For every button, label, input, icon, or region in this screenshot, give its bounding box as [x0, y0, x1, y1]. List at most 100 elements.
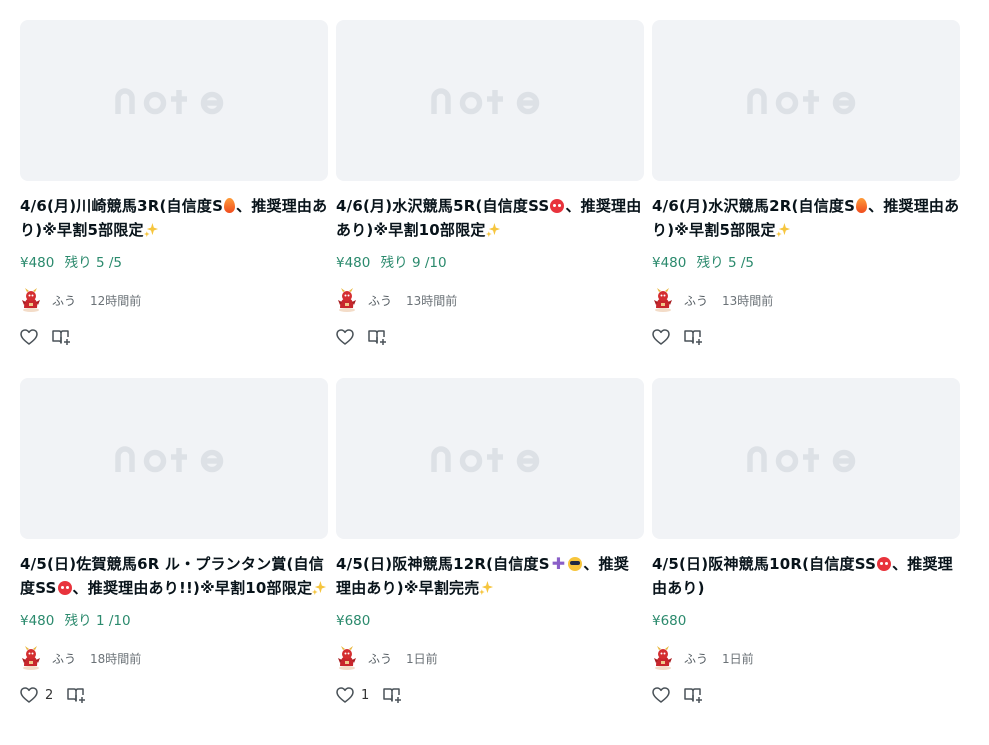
- add-to-magazine-button[interactable]: [684, 687, 704, 703]
- price-row: ¥480 残り 1 /10: [20, 611, 328, 631]
- add-to-magazine-button[interactable]: [67, 687, 87, 703]
- add-to-magazine-button[interactable]: [383, 687, 403, 703]
- avatar[interactable]: [336, 646, 358, 670]
- avatar[interactable]: [20, 646, 42, 670]
- author-row: ふう 1日前: [336, 645, 644, 671]
- like-button[interactable]: 2: [20, 687, 53, 703]
- add-to-magazine-button[interactable]: [684, 329, 704, 345]
- remaining-count: 残り 5 /5: [64, 255, 122, 271]
- published-time: 13時間前: [406, 293, 458, 308]
- author-row: ふう 13時間前: [652, 287, 960, 313]
- angry-face-icon: [550, 199, 565, 213]
- price-row: ¥680: [652, 611, 960, 631]
- heart-icon: [20, 687, 38, 703]
- card-actions: [652, 326, 960, 348]
- author-name[interactable]: ふう: [684, 650, 708, 667]
- note-card: note 4/5(日)阪神競馬10R(自信度SS、推奨理由あり) ¥680: [652, 378, 960, 706]
- heart-icon: [336, 687, 354, 703]
- published-time: 18時間前: [90, 651, 142, 666]
- author-name[interactable]: ふう: [368, 650, 392, 667]
- author-name[interactable]: ふう: [52, 650, 76, 667]
- note-title[interactable]: 4/5(日)阪神競馬10R(自信度SS 、推奨理由あり): [652, 552, 960, 600]
- author-row: ふう 18時間前: [20, 645, 328, 671]
- note-title[interactable]: 4/5(日)阪神競馬12R(自信度S ✚ 、推奨理由あり)※早割完売: [336, 552, 644, 600]
- avatar[interactable]: [652, 288, 674, 312]
- note-card: note 4/6(月)水沢競馬2R(自信度S、推奨理由あり)※早割5部限定 ¥4…: [652, 20, 960, 348]
- add-to-magazine-icon: [383, 688, 402, 703]
- sparkles-icon: [312, 580, 327, 595]
- published-time: 1日前: [406, 651, 438, 666]
- like-count: 2: [45, 687, 54, 703]
- avatar[interactable]: [652, 646, 674, 670]
- price-row: ¥680: [336, 611, 644, 631]
- remaining-count: 残り 1 /10: [64, 613, 131, 629]
- add-to-magazine-icon: [684, 688, 702, 703]
- price: ¥480: [336, 255, 371, 271]
- note-card: note 4/6(月)川崎競馬3R(自信度S、推奨理由あり)※早割5部限定 ¥4…: [20, 20, 328, 348]
- sparkles-icon: [485, 222, 500, 237]
- note-title[interactable]: 4/6(月)水沢競馬2R(自信度S 、推奨理由あり)※早割5部限定: [652, 194, 960, 242]
- price: ¥680: [336, 613, 371, 629]
- heart-icon: [336, 329, 354, 345]
- note-logo-placeholder: note: [115, 87, 224, 114]
- like-button[interactable]: [336, 329, 354, 345]
- title-text: 4/6(月)川崎競馬3R(自信度S: [20, 197, 224, 215]
- card-actions: [336, 326, 644, 348]
- price: ¥480: [20, 613, 55, 629]
- heart-icon: [652, 329, 670, 345]
- like-button[interactable]: 1: [336, 687, 369, 703]
- author-name[interactable]: ふう: [368, 292, 392, 309]
- note-card: note 4/5(日)阪神競馬12R(自信度S✚、推奨理由あり)※早割完売 ¥6…: [336, 378, 644, 706]
- note-logo-placeholder: note: [431, 445, 540, 472]
- price-row: ¥480 残り 5 /5: [20, 253, 328, 273]
- sparkles-icon: [479, 580, 494, 595]
- remaining-count: 残り 5 /5: [696, 255, 754, 271]
- remaining-count: 残り 9 /10: [380, 255, 447, 271]
- avatar[interactable]: [336, 288, 358, 312]
- published-time: 1日前: [722, 651, 754, 666]
- note-thumbnail[interactable]: note: [20, 378, 328, 539]
- heart-icon: [652, 687, 670, 703]
- red-dragon-avatar-icon: [22, 288, 40, 312]
- card-actions: [20, 326, 328, 348]
- author-row: ふう 12時間前: [20, 287, 328, 313]
- title-text: 4/5(日)阪神競馬10R(自信度SS: [652, 555, 877, 573]
- add-to-magazine-icon: [67, 688, 86, 703]
- title-text: 4/6(月)水沢競馬2R(自信度S: [652, 197, 856, 215]
- avatar[interactable]: [20, 288, 42, 312]
- red-dragon-avatar-icon: [654, 288, 672, 312]
- note-thumbnail[interactable]: note: [336, 20, 644, 181]
- title-text: 、推奨理由あり!!)※早割10部限定: [72, 579, 313, 597]
- price: ¥480: [652, 255, 687, 271]
- note-thumbnail[interactable]: note: [336, 378, 644, 539]
- sparkles-icon: [143, 222, 158, 237]
- price-row: ¥480 残り 9 /10: [336, 253, 644, 273]
- note-thumbnail[interactable]: note: [20, 20, 328, 181]
- card-actions: [652, 684, 960, 706]
- like-button[interactable]: [652, 687, 670, 703]
- fire-icon: [856, 198, 868, 213]
- author-name[interactable]: ふう: [684, 292, 708, 309]
- sunglasses-face-icon: [568, 557, 583, 571]
- add-to-magazine-button[interactable]: [368, 329, 388, 345]
- note-logo-placeholder: note: [747, 87, 856, 114]
- note-card: note 4/5(日)佐賀競馬6R ル・プランタン賞(自信度SS、推奨理由あり!…: [20, 378, 328, 706]
- add-to-magazine-button[interactable]: [52, 329, 72, 345]
- note-thumbnail[interactable]: note: [652, 378, 960, 539]
- note-thumbnail[interactable]: note: [652, 20, 960, 181]
- add-to-magazine-icon: [52, 330, 70, 345]
- card-actions: 1: [336, 684, 644, 706]
- heavy-plus-icon: ✚: [551, 554, 566, 573]
- note-title[interactable]: 4/6(月)川崎競馬3R(自信度S 、推奨理由あり)※早割5部限定: [20, 194, 328, 242]
- author-name[interactable]: ふう: [52, 292, 76, 309]
- title-text: 4/5(日)阪神競馬12R(自信度S: [336, 555, 550, 573]
- note-card: note 4/6(月)水沢競馬5R(自信度SS、推奨理由あり)※早割10部限定 …: [336, 20, 644, 348]
- title-text: 4/6(月)水沢競馬5R(自信度SS: [336, 197, 550, 215]
- note-title[interactable]: 4/6(月)水沢競馬5R(自信度SS 、推奨理由あり)※早割10部限定: [336, 194, 644, 242]
- like-button[interactable]: [20, 329, 38, 345]
- red-dragon-avatar-icon: [22, 646, 40, 670]
- card-actions: 2: [20, 684, 328, 706]
- note-title[interactable]: 4/5(日)佐賀競馬6R ル・プランタン賞(自信度SS 、推奨理由あり!!)※早割…: [20, 552, 328, 600]
- author-row: ふう 1日前: [652, 645, 960, 671]
- like-button[interactable]: [652, 329, 670, 345]
